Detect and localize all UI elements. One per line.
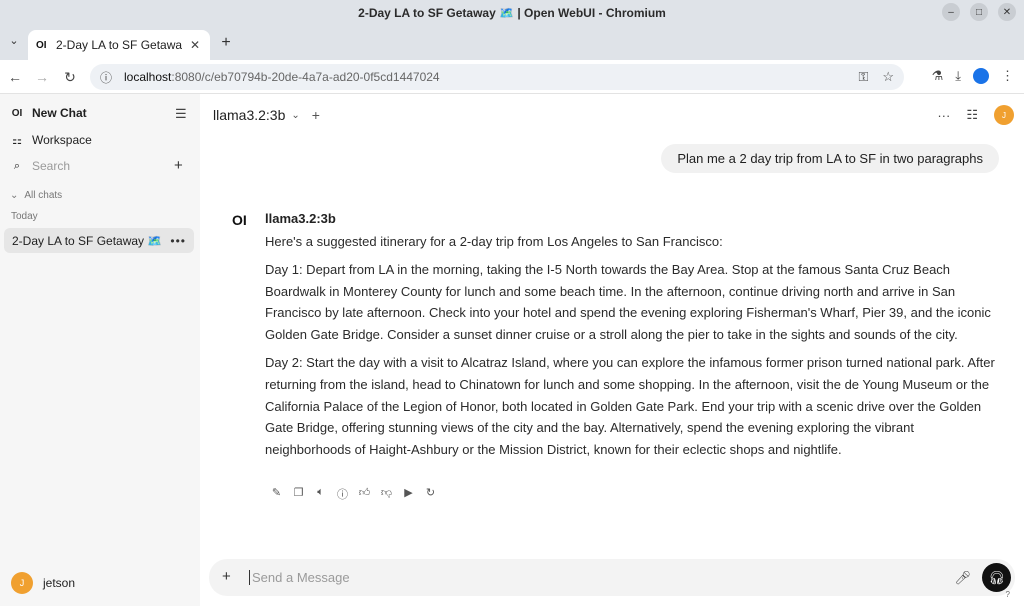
search-placeholder: Search — [32, 159, 71, 173]
thumbs-down-icon[interactable]: 👎︎ — [380, 486, 393, 502]
model-selector[interactable]: llama3.2:3b ⌄ + — [213, 107, 320, 123]
controls-sliders-icon[interactable]: ☷ — [966, 107, 978, 123]
user-name: jetson — [43, 576, 76, 590]
info-icon[interactable]: ⓘ — [336, 486, 349, 502]
more-horizontal-icon[interactable]: ··· — [937, 108, 950, 123]
message-input[interactable]: Send a Message — [249, 570, 350, 585]
play-icon[interactable]: ▶ — [402, 486, 415, 502]
message-actions: ✎ ❐ 🔈︎ ⓘ 👍︎ 👎︎ ▶ ↻ — [270, 486, 437, 502]
minimize-icon[interactable]: – — [942, 3, 960, 21]
add-folder-icon[interactable]: + — [174, 157, 183, 174]
bookmark-star-icon[interactable]: ☆ — [882, 69, 894, 85]
user-message: Plan me a 2 day trip from LA to SF in tw… — [661, 144, 999, 173]
tab-strip: ⌄ OI 2-Day LA to SF Getaway 🗺️ ✕ + — [0, 25, 1024, 60]
chat-main: llama3.2:3b ⌄ + ··· ☷ J Plan me a 2 day … — [200, 94, 1024, 606]
search-icon: ⌕ — [13, 159, 21, 172]
copy-icon[interactable]: ❐ — [292, 486, 305, 502]
chat-list-item[interactable]: 2-Day LA to SF Getaway 🗺️ ••• — [4, 228, 194, 253]
workspace-label: Workspace — [32, 133, 92, 147]
voice-mode-button[interactable]: 🎧︎ — [982, 563, 1011, 592]
chat-title: 2-Day LA to SF Getaway 🗺️ — [12, 233, 163, 248]
omnibox-actions: ⚿ ☆ — [858, 69, 894, 85]
url-path: :8080/c/eb70794b-20de-4a7a-ad20-0f5cd144… — [171, 70, 440, 84]
password-key-icon[interactable]: ⚿ — [858, 69, 868, 85]
all-chats-label: All chats — [24, 190, 63, 201]
help-icon[interactable]: ? — [1006, 590, 1010, 599]
new-chat-label: New Chat — [32, 106, 87, 120]
maximize-icon[interactable]: □ — [970, 3, 988, 21]
edit-icon[interactable]: ✎ — [270, 486, 283, 502]
assistant-day2: Day 2: Start the day with a visit to Alc… — [265, 354, 995, 458]
thumbs-up-icon[interactable]: 👍︎ — [358, 486, 371, 502]
menu-kebab-icon[interactable]: ⋮ — [1001, 68, 1014, 84]
browser-tab[interactable]: OI 2-Day LA to SF Getaway 🗺️ ✕ — [28, 30, 210, 60]
message-composer: + Send a Message 🎤︎ 🎧︎ — [209, 559, 1015, 596]
reload-icon[interactable]: ↻ — [61, 68, 79, 86]
chevron-down-icon: ⌄ — [10, 190, 19, 201]
header-avatar[interactable]: J — [994, 105, 1014, 125]
forward-icon[interactable]: → — [33, 68, 51, 86]
browser-toolbar: ← → ↻ ⓘ localhost:8080/c/eb70794b-20de-4… — [0, 60, 1024, 94]
url-text[interactable]: localhost:8080/c/eb70794b-20de-4a7a-ad20… — [124, 70, 440, 84]
assistant-intro: Here's a suggested itinerary for a 2-day… — [265, 234, 723, 249]
header-actions: ··· ☷ J — [937, 105, 1014, 125]
tab-close-icon[interactable]: ✕ — [188, 38, 202, 52]
search-input[interactable]: ⌕ Search — [10, 159, 70, 173]
profile-icon[interactable] — [973, 68, 989, 84]
read-aloud-icon[interactable]: 🔈︎ — [314, 486, 327, 502]
more-options-icon[interactable]: ••• — [170, 234, 186, 248]
sidebar-toggle-icon[interactable]: ☰ — [175, 106, 187, 122]
assistant-message: Here's a suggested itinerary for a 2-day… — [265, 231, 997, 467]
avatar: J — [11, 572, 33, 594]
logo-icon: OI — [11, 107, 23, 119]
all-chats-toggle[interactable]: ⌄ All chats — [10, 190, 62, 201]
add-model-icon[interactable]: + — [312, 107, 320, 123]
attach-plus-icon[interactable]: + — [222, 568, 231, 585]
new-chat-button[interactable]: OI New Chat — [10, 106, 87, 120]
workspace-grid-icon: ⚏ — [12, 134, 22, 147]
tab-favicon: OI — [36, 39, 47, 51]
download-icon[interactable]: ⤓ — [955, 68, 961, 84]
microphone-icon[interactable]: 🎤︎ — [954, 570, 971, 586]
workspace-button[interactable]: ⚏ Workspace — [10, 133, 92, 147]
close-window-icon[interactable]: ✕ — [998, 3, 1016, 21]
sidebar: OI New Chat ☰ ⚏ Workspace ⌕ Search + ⌄ A… — [0, 94, 200, 606]
assistant-day1: Day 1: Depart from LA in the morning, ta… — [265, 261, 991, 343]
site-info-icon[interactable]: ⓘ — [100, 69, 118, 86]
assistant-logo: OI — [232, 212, 247, 228]
user-menu[interactable]: J jetson — [11, 572, 75, 594]
model-name: llama3.2:3b — [213, 107, 286, 123]
tab-title: 2-Day LA to SF Getaway 🗺️ — [56, 38, 182, 52]
address-bar[interactable]: ⓘ localhost:8080/c/eb70794b-20de-4a7a-ad… — [90, 64, 904, 90]
tab-list-chevron-icon[interactable]: ⌄ — [6, 34, 22, 50]
window-title: 2-Day LA to SF Getaway 🗺️ | Open WebUI -… — [358, 5, 666, 20]
new-tab-icon[interactable]: + — [217, 34, 235, 52]
window-titlebar: 2-Day LA to SF Getaway 🗺️ | Open WebUI -… — [0, 0, 1024, 25]
window-controls: – □ ✕ — [942, 3, 1016, 21]
regenerate-icon[interactable]: ↻ — [424, 486, 437, 502]
today-heading: Today — [11, 211, 38, 222]
assistant-name: llama3.2:3b — [265, 211, 336, 226]
chevron-down-icon: ⌄ — [291, 109, 300, 121]
toolbar-actions: ⚗ ⤓ ⋮ — [932, 68, 1014, 84]
url-host: localhost — [124, 70, 172, 84]
back-icon[interactable]: ← — [6, 68, 24, 86]
labs-flask-icon[interactable]: ⚗ — [932, 68, 944, 84]
